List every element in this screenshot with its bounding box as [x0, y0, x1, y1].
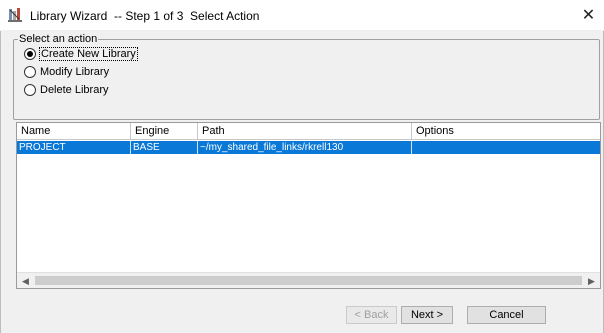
close-icon[interactable]: ✕: [573, 0, 604, 31]
next-button[interactable]: Next >: [401, 306, 453, 324]
radio-button[interactable]: [24, 84, 36, 96]
scroll-thumb[interactable]: [35, 276, 582, 285]
column-header-name[interactable]: Name: [17, 123, 131, 140]
scroll-right-icon[interactable]: ▶: [583, 273, 600, 288]
radio-label: Modify Library: [40, 66, 110, 78]
cancel-button[interactable]: Cancel: [467, 306, 546, 324]
horizontal-scrollbar[interactable]: ◀ ▶: [17, 272, 600, 288]
library-wizard-icon: [7, 7, 23, 23]
radio-delete-library[interactable]: Delete Library: [24, 82, 109, 98]
back-button[interactable]: < Back: [346, 306, 397, 324]
action-groupbox: Select an action Create New Library Modi…: [13, 33, 600, 120]
dialog-body: Select an action Create New Library Modi…: [0, 31, 604, 333]
cell-name: PROJECT: [17, 141, 131, 154]
radio-label: Create New Library: [39, 47, 138, 61]
title-bar: Library Wizard -- Step 1 of 3 Select Act…: [0, 0, 604, 31]
library-table: Name Engine Path Options PROJECT BASE ~/…: [16, 122, 601, 289]
radio-label: Delete Library: [40, 84, 109, 96]
radio-button[interactable]: [24, 66, 36, 78]
column-header-engine[interactable]: Engine: [131, 123, 198, 140]
table-header: Name Engine Path Options: [17, 123, 600, 140]
table-row[interactable]: PROJECT BASE ~/my_shared_file_links/rkre…: [17, 141, 600, 154]
column-header-options[interactable]: Options: [412, 123, 600, 140]
radio-button[interactable]: [24, 48, 36, 60]
radio-create-new-library[interactable]: Create New Library: [24, 46, 138, 62]
column-header-path[interactable]: Path: [198, 123, 412, 140]
scroll-left-icon[interactable]: ◀: [17, 273, 34, 288]
cell-options: [412, 141, 600, 154]
window-title: Library Wizard -- Step 1 of 3 Select Act…: [30, 9, 260, 23]
cell-engine: BASE: [131, 141, 198, 154]
cell-path: ~/my_shared_file_links/rkrell130: [198, 141, 412, 154]
group-legend: Select an action: [18, 33, 99, 45]
radio-modify-library[interactable]: Modify Library: [24, 64, 110, 80]
